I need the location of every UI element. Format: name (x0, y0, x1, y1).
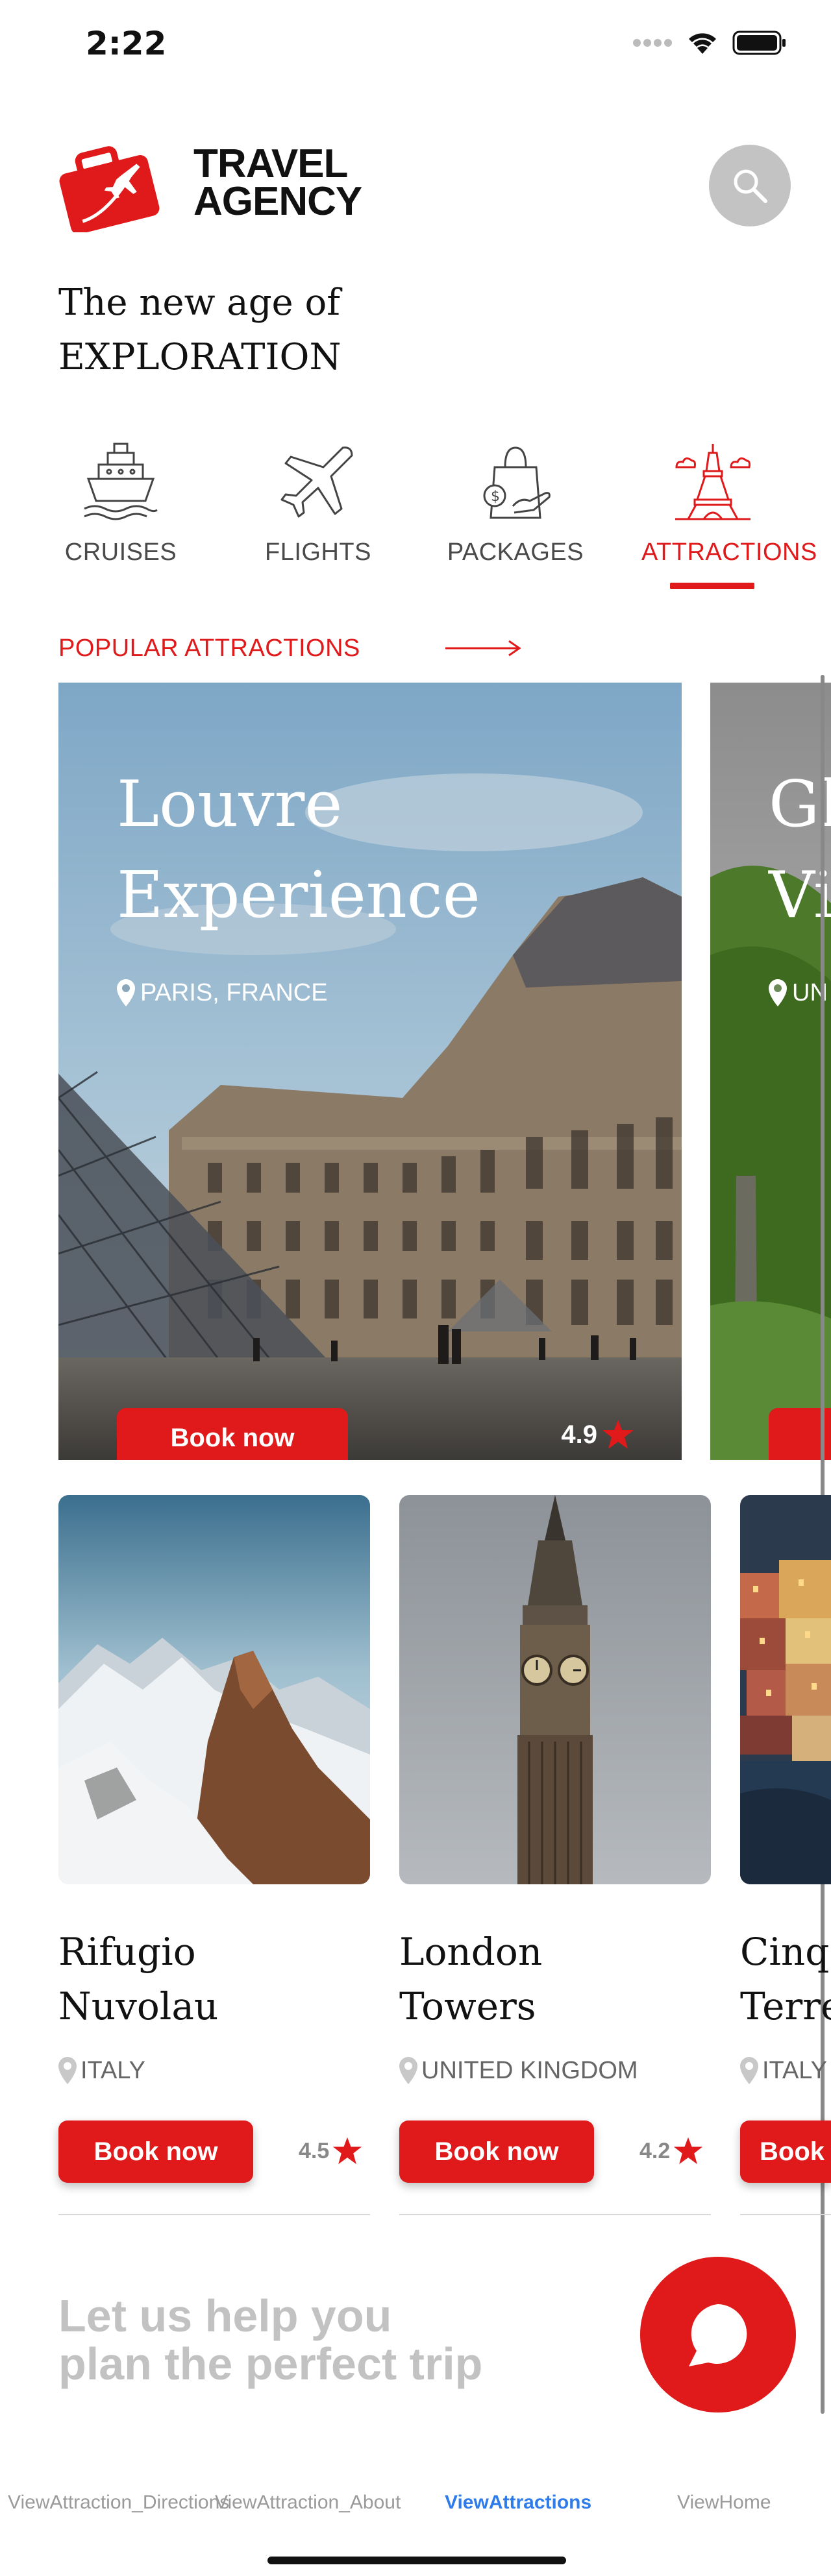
mountain-photo (58, 1495, 370, 1884)
category-attractions[interactable]: ATTRACTIONS (641, 441, 817, 566)
card-location-text: ITALY (81, 2056, 145, 2084)
card-title-line-2: Nuvolau (58, 1984, 219, 2028)
location-pin-icon (740, 2057, 758, 2084)
svg-text:$: $ (491, 489, 500, 505)
card-location: ITALY (57, 2056, 145, 2085)
category-label: CRUISES (64, 539, 177, 566)
arrow-right-icon[interactable] (445, 638, 522, 658)
airplane-icon (280, 446, 353, 518)
chat-button[interactable] (640, 2257, 796, 2412)
battery-icon (732, 30, 786, 55)
coastal-village-photo (740, 1495, 831, 1884)
category-label: ATTRACTIONS (641, 539, 817, 566)
category-flights[interactable]: FLIGHTS (247, 441, 390, 566)
brand-line-1: TRAVEL (193, 141, 348, 186)
featured-location: UN (767, 978, 828, 1008)
help-text: Let us help you plan the perfect trip (58, 2292, 482, 2388)
wifi-icon (689, 33, 716, 54)
rating-value: 4.5 (299, 2138, 330, 2163)
status-time: 2:22 (86, 25, 167, 62)
tab-attractions[interactable]: ViewAttractions (445, 2492, 591, 2514)
rating: 4.5 (299, 2136, 363, 2166)
card-title-line-1: Rifugio (58, 1930, 196, 1974)
star-icon (602, 1420, 634, 1449)
book-now-button[interactable]: Book now (58, 2120, 253, 2183)
tab-home[interactable]: ViewHome (677, 2492, 771, 2514)
card-title-line-1: Cinq (740, 1930, 830, 1974)
chat-bubble-icon (689, 2304, 747, 2366)
brand-line-2: AGENCY (193, 179, 362, 224)
book-now-button[interactable]: Book (740, 2120, 831, 2183)
rating-value: 4.2 (639, 2138, 671, 2163)
brand-name: TRAVEL AGENCY (193, 141, 362, 224)
search-button[interactable] (709, 145, 791, 226)
featured-location-text: PARIS, FRANCE (140, 978, 328, 1006)
search-icon (734, 169, 767, 203)
card-location: UNITED KINGDOM (398, 2056, 638, 2085)
card-title: Cinq Terre (740, 1925, 831, 2034)
card-title: London Towers (399, 1925, 542, 2034)
rating-value: 4.9 (561, 1420, 597, 1449)
divider (740, 2214, 831, 2215)
rating: 4.9 (561, 1418, 635, 1451)
featured-title-line-2: Experience (117, 858, 480, 932)
help-line-2: plan the perfect trip (58, 2339, 483, 2389)
card-title-line-2: Towers (399, 1984, 536, 2028)
book-now-button[interactable]: Book now (399, 2120, 594, 2183)
tagline-line-2: EXPLORATION (58, 336, 341, 378)
status-icons (632, 30, 787, 56)
tab-attraction-directions[interactable]: ViewAttraction_Directions (8, 2492, 229, 2514)
cellular-signal-icon (633, 39, 672, 47)
category-cruises[interactable]: CRUISES (49, 441, 192, 566)
card-location-text: ITALY (762, 2056, 827, 2084)
card-location: ITALY (739, 2056, 827, 2085)
card-location-text: UNITED KINGDOM (421, 2056, 638, 2084)
divider (58, 2214, 370, 2215)
star-icon (674, 2137, 703, 2165)
card-image-rifugio[interactable] (58, 1495, 370, 1884)
location-pin-icon (58, 2057, 77, 2084)
rating: 4.2 (639, 2136, 704, 2166)
star-icon (333, 2137, 362, 2165)
section-title: POPULAR ATTRACTIONS (58, 635, 360, 662)
card-title-line-1: London (399, 1930, 543, 1974)
featured-title-line-1: Louvre (117, 768, 343, 842)
location-pin-icon (399, 2057, 417, 2084)
featured-location: PARIS, FRANCE (116, 978, 328, 1008)
eiffel-tower-icon (675, 444, 750, 520)
big-ben-photo (399, 1495, 711, 1884)
help-line-1: Let us help you (58, 2290, 392, 2341)
divider (399, 2214, 711, 2215)
suitcase-logo-icon (59, 146, 160, 232)
featured-title: Louvre Experience (117, 759, 480, 941)
featured-card-2[interactable]: Gl Vi UN B (710, 683, 831, 1460)
location-pin-icon (769, 979, 787, 1006)
tab-attraction-about[interactable]: ViewAttraction_About (215, 2492, 401, 2514)
card-image-cinque-terre[interactable] (740, 1495, 831, 1884)
ship-icon (84, 443, 158, 520)
book-now-button[interactable]: Book now (117, 1408, 348, 1460)
category-packages[interactable]: $ PACKAGES (444, 441, 587, 566)
card-title: Rifugio Nuvolau (58, 1925, 218, 2034)
category-label: PACKAGES (447, 539, 584, 566)
active-category-indicator (670, 583, 754, 589)
category-label: FLIGHTS (265, 539, 371, 566)
tagline: The new age of EXPLORATION (58, 276, 341, 385)
shopping-bag-icon: $ (483, 446, 551, 519)
location-pin-icon (117, 979, 135, 1006)
tagline-line-1: The new age of (58, 282, 340, 324)
card-title-line-2: Terre (740, 1984, 831, 2028)
home-indicator (267, 2557, 566, 2564)
featured-card-louvre[interactable]: Louvre Experience PARIS, FRANCE Book now… (58, 683, 682, 1460)
card-image-london[interactable] (399, 1495, 711, 1884)
